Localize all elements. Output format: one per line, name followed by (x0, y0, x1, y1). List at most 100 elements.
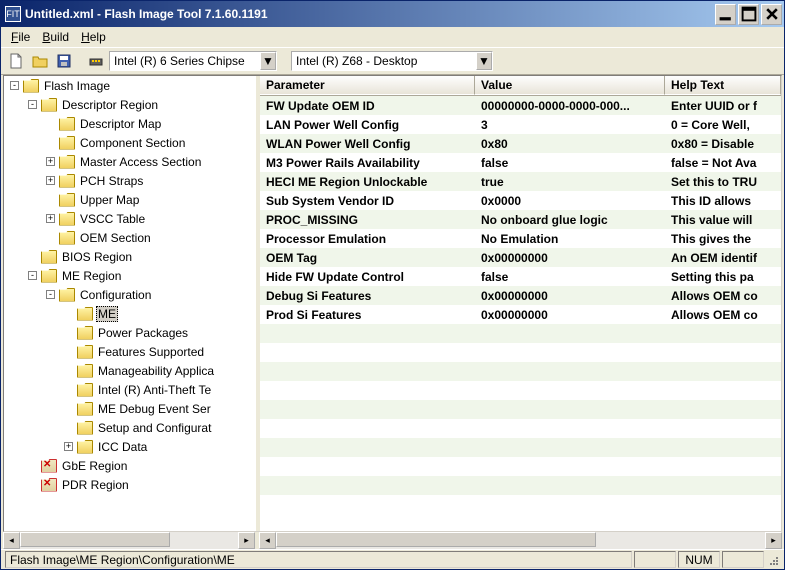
table-row[interactable]: Debug Si Features0x00000000Allows OEM co (260, 286, 781, 305)
main-area: -Flash Image-Descriptor RegionDescriptor… (3, 75, 782, 532)
close-button[interactable] (761, 4, 782, 25)
collapse-icon[interactable]: - (46, 290, 55, 299)
table-scroll-right[interactable]: ▸ (765, 532, 782, 549)
table-body[interactable]: FW Update OEM ID00000000-0000-0000-000..… (260, 96, 781, 531)
cell-value: No onboard glue logic (475, 212, 665, 228)
cell-param: Processor Emulation (260, 231, 475, 247)
table-row (260, 343, 781, 362)
table-scroll-track[interactable] (276, 532, 765, 549)
cell-help (665, 428, 781, 430)
tree-item[interactable]: Setup and Configurat (4, 418, 256, 437)
tree-scroll-right[interactable]: ▸ (238, 532, 255, 549)
tree-label: PDR Region (60, 477, 131, 493)
folder-open-icon (41, 269, 57, 283)
folder-closed-icon (77, 326, 93, 340)
tree-item[interactable]: OEM Section (4, 228, 256, 247)
tree-item[interactable]: BIOS Region (4, 247, 256, 266)
status-cap (634, 551, 676, 568)
cell-param (260, 504, 475, 506)
expand-icon[interactable]: + (64, 442, 73, 451)
tree-label: ME Debug Event Ser (96, 401, 213, 417)
tree-item[interactable]: Features Supported (4, 342, 256, 361)
tree-pane[interactable]: -Flash Image-Descriptor RegionDescriptor… (4, 76, 256, 531)
table-row[interactable]: Processor EmulationNo EmulationThis give… (260, 229, 781, 248)
tree-label: Intel (R) Anti-Theft Te (96, 382, 213, 398)
tree-label: Configuration (78, 287, 153, 303)
collapse-icon[interactable]: - (28, 271, 37, 280)
tree-scroll-track[interactable] (20, 532, 238, 549)
table-row[interactable]: Prod Si Features0x00000000Allows OEM co (260, 305, 781, 324)
cell-help: Setting this pa (665, 269, 781, 285)
tree-item[interactable]: -Descriptor Region (4, 95, 256, 114)
table-scroll-left[interactable]: ◂ (259, 532, 276, 549)
tree-item[interactable]: +ICC Data (4, 437, 256, 456)
build-button[interactable] (85, 50, 107, 72)
tree-item[interactable]: -ME Region (4, 266, 256, 285)
folder-closed-icon (77, 421, 93, 435)
tree-item[interactable]: Power Packages (4, 323, 256, 342)
tree-item[interactable]: Manageability Applica (4, 361, 256, 380)
tree-item[interactable]: +Master Access Section (4, 152, 256, 171)
chipset-combo-arrow[interactable]: ▼ (260, 52, 276, 70)
menu-file[interactable]: File (5, 28, 36, 46)
col-value[interactable]: Value (475, 76, 665, 95)
col-help[interactable]: Help Text (665, 76, 781, 95)
table-row[interactable]: OEM Tag0x00000000An OEM identif (260, 248, 781, 267)
open-button[interactable] (29, 50, 51, 72)
collapse-icon[interactable]: - (28, 100, 37, 109)
cell-param: M3 Power Rails Availability (260, 155, 475, 171)
resize-grip[interactable] (764, 553, 780, 567)
save-button[interactable] (53, 50, 75, 72)
tree-item[interactable]: - Configuration (4, 285, 256, 304)
expand-icon[interactable]: + (46, 214, 55, 223)
cell-param: Sub System Vendor ID (260, 193, 475, 209)
folder-closed-icon (59, 231, 75, 245)
tree-item[interactable]: Upper Map (4, 190, 256, 209)
tree-item[interactable]: +PCH Straps (4, 171, 256, 190)
table-row[interactable]: LAN Power Well Config30 = Core Well, (260, 115, 781, 134)
tree-item[interactable]: Component Section (4, 133, 256, 152)
table-row (260, 324, 781, 343)
tree-item[interactable]: Intel (R) Anti-Theft Te (4, 380, 256, 399)
table-row[interactable]: WLAN Power Well Config0x800x80 = Disable (260, 134, 781, 153)
tree-item[interactable]: GbE Region (4, 456, 256, 475)
maximize-button[interactable] (738, 4, 759, 25)
collapse-icon[interactable]: - (10, 81, 19, 90)
sku-combo[interactable]: Intel (R) Z68 - Desktop ▼ (291, 51, 493, 71)
cell-param (260, 352, 475, 354)
expand-icon[interactable]: + (46, 157, 55, 166)
tree-item[interactable]: ME Debug Event Ser (4, 399, 256, 418)
col-parameter[interactable]: Parameter (260, 76, 475, 95)
cell-help: false = Not Ava (665, 155, 781, 171)
folder-closed-icon (59, 212, 75, 226)
menu-build[interactable]: Build (36, 28, 75, 46)
new-button[interactable] (5, 50, 27, 72)
table-row[interactable]: HECI ME Region UnlockabletrueSet this to… (260, 172, 781, 191)
cell-param: Debug Si Features (260, 288, 475, 304)
tree-item[interactable]: ME (4, 304, 256, 323)
sku-combo-arrow[interactable]: ▼ (476, 52, 492, 70)
table-row[interactable]: Sub System Vendor ID0x0000This ID allows (260, 191, 781, 210)
tree-scroll-left[interactable]: ◂ (3, 532, 20, 549)
cell-value (475, 390, 665, 392)
sku-combo-text: Intel (R) Z68 - Desktop (292, 54, 476, 68)
folder-closed-icon (77, 345, 93, 359)
tree-item[interactable]: PDR Region (4, 475, 256, 494)
table-row[interactable]: M3 Power Rails Availabilityfalsefalse = … (260, 153, 781, 172)
menu-help[interactable]: Help (75, 28, 112, 46)
cell-help (665, 390, 781, 392)
table-scroll-thumb[interactable] (276, 532, 596, 547)
table-row[interactable]: PROC_MISSINGNo onboard glue logicThis va… (260, 210, 781, 229)
table-row[interactable]: FW Update OEM ID00000000-0000-0000-000..… (260, 96, 781, 115)
minimize-button[interactable] (715, 4, 736, 25)
expand-icon[interactable]: + (46, 176, 55, 185)
cell-value: 3 (475, 117, 665, 133)
chipset-combo[interactable]: Intel (R) 6 Series Chipse ▼ (109, 51, 277, 71)
tree-item[interactable]: +VSCC Table (4, 209, 256, 228)
tree-label: Component Section (78, 135, 187, 151)
tree-scroll-thumb[interactable] (20, 532, 170, 547)
table-row[interactable]: Hide FW Update ControlfalseSetting this … (260, 267, 781, 286)
tree-item[interactable]: -Flash Image (4, 76, 256, 95)
cell-help (665, 409, 781, 411)
tree-item[interactable]: Descriptor Map (4, 114, 256, 133)
